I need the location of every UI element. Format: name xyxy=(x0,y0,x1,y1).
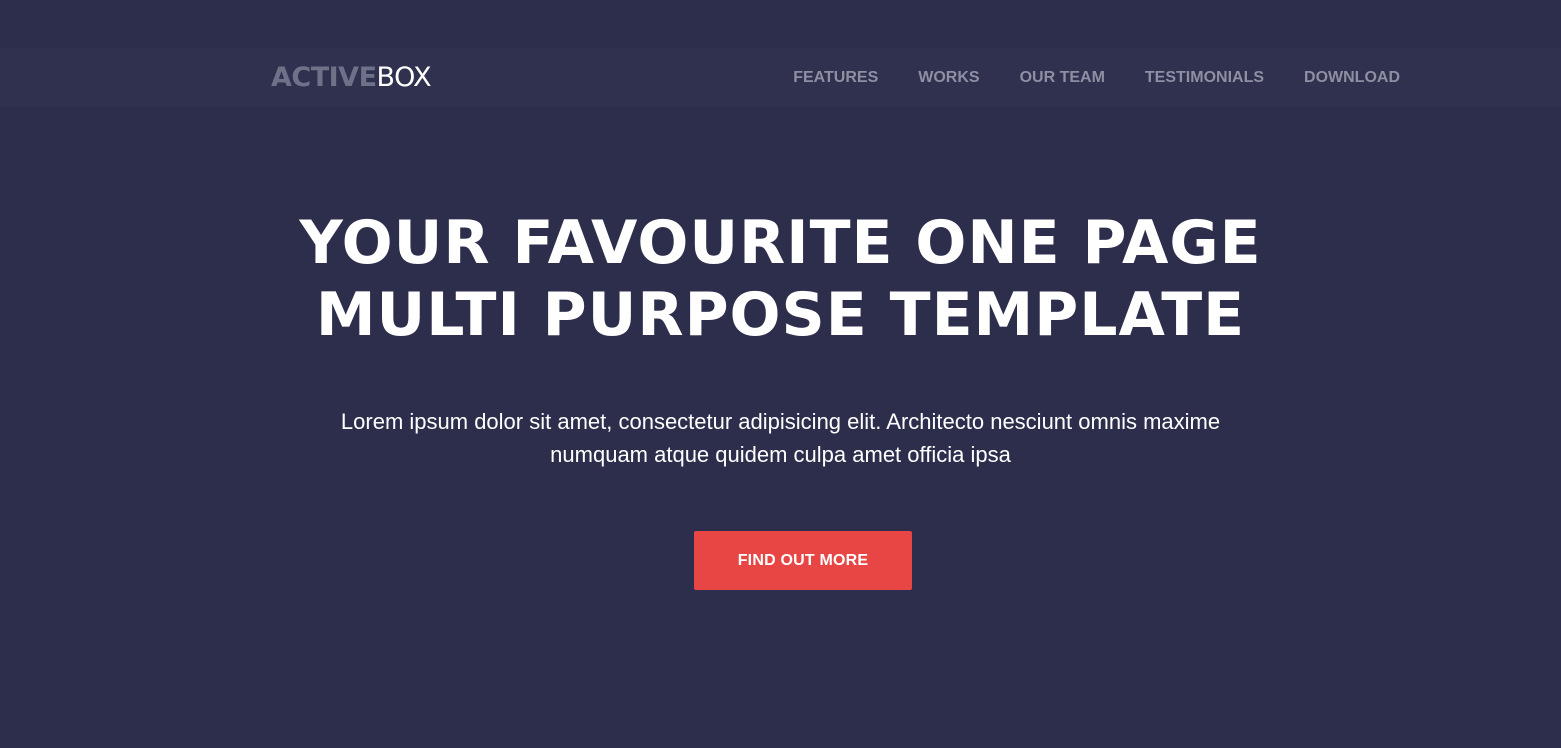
nav-item-testimonials[interactable]: TESTIMONIALS xyxy=(1145,48,1264,107)
hero-title-line-2: MULTI PURPOSE TEMPLATE xyxy=(315,280,1246,350)
nav-item-download[interactable]: DOWNLOAD xyxy=(1304,48,1400,107)
main-nav: FEATURES WORKS OUR TEAM TESTIMONIALS DOW… xyxy=(753,48,1400,107)
nav-item-works[interactable]: WORKS xyxy=(918,48,979,107)
nav-item-features[interactable]: FEATURES xyxy=(793,48,878,107)
hero-section: YOUR FAVOURITE ONE PAGE MULTI PURPOSE TE… xyxy=(0,207,1561,471)
brand-logo-light: BOX xyxy=(376,62,432,93)
brand-logo[interactable]: ACTIVEBOX xyxy=(271,59,432,95)
find-out-more-button[interactable]: FIND OUT MORE xyxy=(694,531,912,590)
hero-title-line-1: YOUR FAVOURITE ONE PAGE xyxy=(299,208,1262,278)
hero-subtitle: Lorem ipsum dolor sit amet, consectetur … xyxy=(340,409,1221,467)
nav-item-our-team[interactable]: OUR TEAM xyxy=(1020,48,1105,107)
hero-title: YOUR FAVOURITE ONE PAGE MULTI PURPOSE TE… xyxy=(281,207,1281,351)
navbar: ACTIVEBOX FEATURES WORKS OUR TEAM TESTIM… xyxy=(0,48,1561,107)
brand-logo-bold: ACTIVE xyxy=(271,62,377,93)
